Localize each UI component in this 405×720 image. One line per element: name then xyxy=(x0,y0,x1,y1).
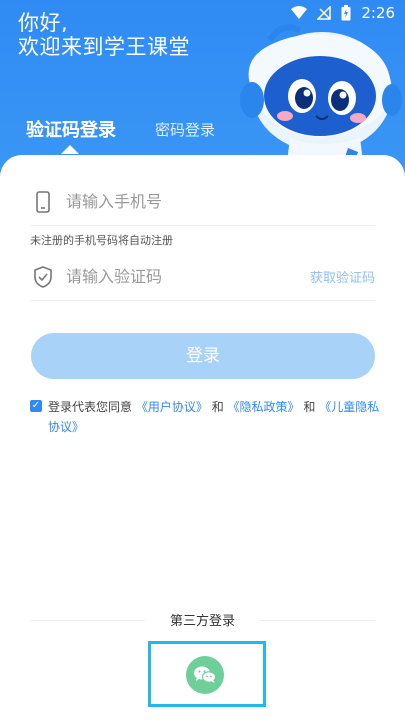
phone-field-row xyxy=(30,176,375,226)
login-tabs: 验证码登录 密码登录 xyxy=(0,112,260,154)
phone-input[interactable] xyxy=(66,186,286,216)
active-tab-pointer xyxy=(61,145,79,154)
greeting-line1: 你好, xyxy=(18,11,69,32)
privacy-policy-link[interactable]: 《隐私政策》 xyxy=(228,400,300,414)
code-input[interactable] xyxy=(66,261,286,291)
auto-register-hint: 未注册的手机号码将自动注册 xyxy=(30,234,173,247)
phone-icon xyxy=(36,191,50,213)
get-code-button[interactable]: 获取验证码 xyxy=(310,267,375,286)
agreement-and-2: 和 xyxy=(303,400,316,414)
tab-password-login[interactable]: 密码登录 xyxy=(155,119,215,140)
third-party-login: 第三方登录 xyxy=(30,608,375,632)
agreement-prefix: 登录代表您同意 xyxy=(48,400,133,414)
tab-code-login[interactable]: 验证码登录 xyxy=(26,116,116,142)
wifi-icon xyxy=(291,6,308,19)
user-agreement-link[interactable]: 《用户协议》 xyxy=(136,400,208,414)
login-button[interactable]: 登录 xyxy=(31,333,375,379)
greeting-line2: 欢迎来到学王课堂 xyxy=(18,35,190,59)
wechat-login-button[interactable] xyxy=(186,656,224,694)
greeting: 你好, 欢迎来到学王课堂 xyxy=(18,11,190,62)
third-party-label: 第三方登录 xyxy=(169,614,235,629)
signal-off-icon xyxy=(317,6,332,20)
agreement-and-1: 和 xyxy=(211,400,224,414)
shield-icon xyxy=(34,266,52,288)
agreement: ✓ 登录代表您同意 《用户协议》 和 《隐私政策》 和 《儿童隐私协议》 xyxy=(30,397,380,437)
header-banner: 2:26 你好, 欢迎来到学王课堂 验证码登录 密码登录 xyxy=(0,0,405,178)
battery-icon xyxy=(341,5,351,21)
wechat-highlight-frame xyxy=(148,641,266,707)
agree-checkbox[interactable]: ✓ xyxy=(30,400,42,412)
code-field-row: 获取验证码 xyxy=(30,251,375,301)
wechat-icon xyxy=(194,666,217,683)
agreement-text: 登录代表您同意 《用户协议》 和 《隐私政策》 和 《儿童隐私协议》 xyxy=(30,397,380,437)
